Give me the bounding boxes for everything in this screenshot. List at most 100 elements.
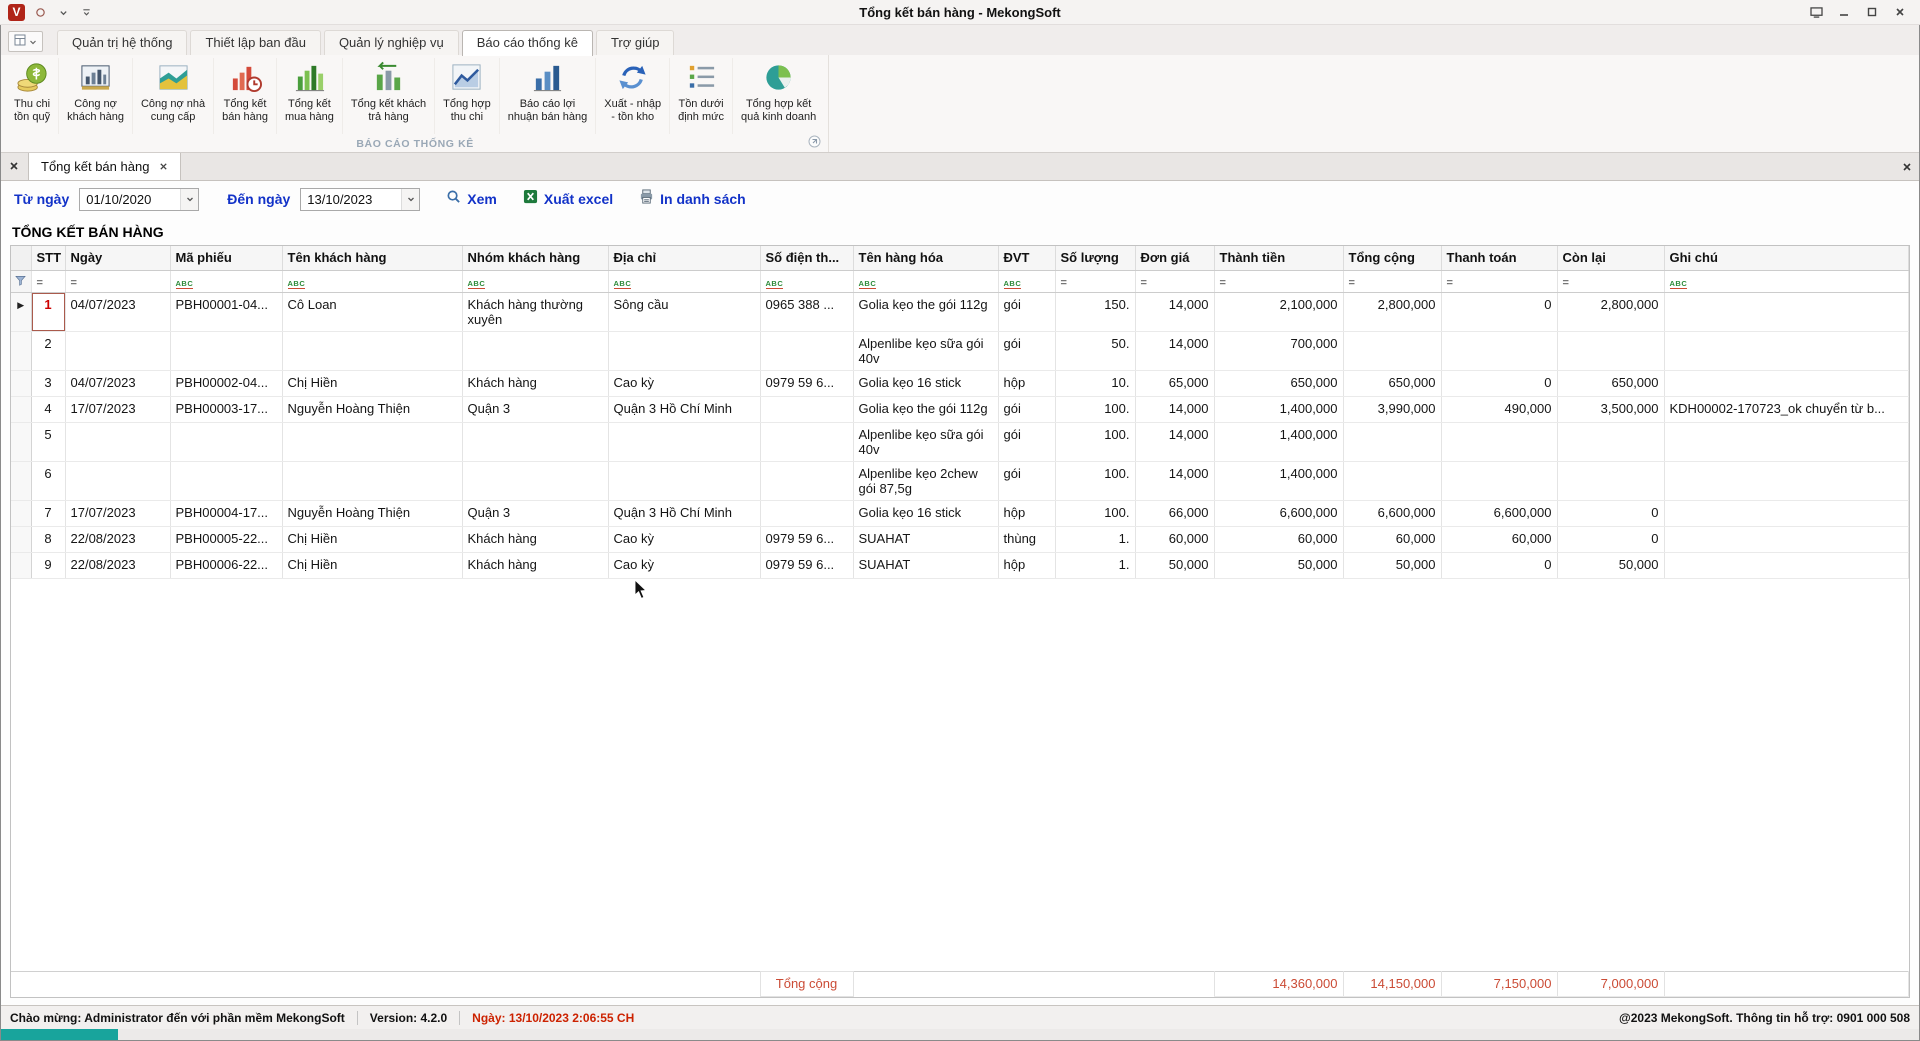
cell-tong-cong[interactable]: 60,000 bbox=[1343, 526, 1441, 552]
cell-ten-hang-hoa[interactable]: SUAHAT bbox=[853, 552, 998, 578]
cell-stt[interactable]: 3 bbox=[31, 370, 65, 396]
ribbon-button-chart-frame[interactable]: Công nợkhách hàng bbox=[59, 58, 133, 134]
cell-con-lai[interactable]: 0 bbox=[1557, 500, 1664, 526]
cell-nhom-khach-hang[interactable]: Quận 3 bbox=[462, 396, 608, 422]
cell-ngay[interactable]: 04/07/2023 bbox=[65, 292, 170, 331]
cell-ten-hang-hoa[interactable]: Golia kẹo the gói 112g bbox=[853, 292, 998, 331]
ribbon-button-coins[interactable]: Thu chitồn quỹ bbox=[6, 58, 59, 134]
cell-ten-hang-hoa[interactable]: SUAHAT bbox=[853, 526, 998, 552]
cell-nhom-khach-hang[interactable]: Quận 3 bbox=[462, 500, 608, 526]
cell-so-dien-thoai[interactable] bbox=[760, 331, 853, 370]
column-header-ten-khach-hang[interactable]: Tên khách hàng bbox=[282, 246, 462, 270]
cell-don-gia[interactable]: 66,000 bbox=[1135, 500, 1214, 526]
column-header-dia-chi[interactable]: Địa chỉ bbox=[608, 246, 760, 270]
cell-ma-phieu[interactable]: PBH00001-04... bbox=[170, 292, 282, 331]
close-icon[interactable] bbox=[159, 159, 168, 174]
cell-stt[interactable]: 8 bbox=[31, 526, 65, 552]
ribbon-tab-2[interactable]: Thiết lập ban đầu bbox=[190, 30, 320, 55]
cell-dvt[interactable]: hộp bbox=[998, 500, 1055, 526]
cell-thanh-toan[interactable] bbox=[1441, 331, 1557, 370]
cell-dia-chi[interactable] bbox=[608, 422, 760, 461]
print-button[interactable]: In danh sách bbox=[639, 189, 746, 209]
column-header-dvt[interactable]: ĐVT bbox=[998, 246, 1055, 270]
cell-con-lai[interactable] bbox=[1557, 422, 1664, 461]
cell-ten-khach-hang[interactable]: Chị Hiền bbox=[282, 552, 462, 578]
cell-dia-chi[interactable]: Quận 3 Hồ Chí Minh bbox=[608, 396, 760, 422]
document-tab-tong-ket-ban-hang[interactable]: Tổng kết bán hàng bbox=[29, 153, 181, 180]
cell-dvt[interactable]: gói bbox=[998, 331, 1055, 370]
column-header-ma-phieu[interactable]: Mã phiếu bbox=[170, 246, 282, 270]
cell-dvt[interactable]: gói bbox=[998, 292, 1055, 331]
cell-stt[interactable]: 4 bbox=[31, 396, 65, 422]
column-header-so-luong[interactable]: Số lượng bbox=[1055, 246, 1135, 270]
close-all-documents-button[interactable] bbox=[0, 153, 29, 180]
cell-dvt[interactable]: gói bbox=[998, 396, 1055, 422]
cell-so-luong[interactable]: 150. bbox=[1055, 292, 1135, 331]
filter-cell-con-lai[interactable]: = bbox=[1557, 270, 1664, 292]
cell-ten-khach-hang[interactable] bbox=[282, 331, 462, 370]
cell-ma-phieu[interactable]: PBH00004-17... bbox=[170, 500, 282, 526]
cell-ma-phieu[interactable]: PBH00002-04... bbox=[170, 370, 282, 396]
cell-ghi-chu[interactable] bbox=[1664, 422, 1909, 461]
qat-customize-icon[interactable] bbox=[78, 4, 94, 20]
cell-ghi-chu[interactable] bbox=[1664, 526, 1909, 552]
column-header-tong-cong[interactable]: Tổng cộng bbox=[1343, 246, 1441, 270]
column-header-con-lai[interactable]: Còn lại bbox=[1557, 246, 1664, 270]
filter-cell-ten-hang-hoa[interactable]: ABC bbox=[853, 270, 998, 292]
column-header-ngay[interactable]: Ngày bbox=[65, 246, 170, 270]
cell-ten-hang-hoa[interactable]: Golia kẹo 16 stick bbox=[853, 370, 998, 396]
ribbon-button-cycle-arrows[interactable]: Xuất - nhập- tồn kho bbox=[596, 58, 670, 134]
cell-ten-khach-hang[interactable]: Chị Hiền bbox=[282, 526, 462, 552]
dialog-launcher-icon[interactable] bbox=[808, 135, 821, 148]
cell-ghi-chu[interactable] bbox=[1664, 370, 1909, 396]
application-menu-button[interactable] bbox=[8, 31, 43, 52]
filter-cell-ten-khach-hang[interactable]: ABC bbox=[282, 270, 462, 292]
filter-cell-nhom-khach-hang[interactable]: ABC bbox=[462, 270, 608, 292]
cell-ngay[interactable]: 22/08/2023 bbox=[65, 526, 170, 552]
close-icon[interactable] bbox=[1894, 153, 1920, 180]
cell-ten-khach-hang[interactable] bbox=[282, 422, 462, 461]
chevron-down-icon[interactable] bbox=[180, 189, 198, 210]
cell-thanh-toan[interactable]: 60,000 bbox=[1441, 526, 1557, 552]
to-date-input[interactable]: 13/10/2023 bbox=[300, 188, 420, 211]
cell-thanh-tien[interactable]: 1,400,000 bbox=[1214, 422, 1343, 461]
cell-dia-chi[interactable]: Quận 3 Hồ Chí Minh bbox=[608, 500, 760, 526]
table-row[interactable]: 6Alpenlibe kẹo 2chew gói 87,5ggói100.14,… bbox=[11, 461, 1909, 500]
cell-ma-phieu[interactable] bbox=[170, 331, 282, 370]
ribbon-button-bars-return[interactable]: Tổng kết kháchtrả hàng bbox=[343, 58, 435, 134]
cell-ngay[interactable] bbox=[65, 422, 170, 461]
filter-cell-so-luong[interactable]: = bbox=[1055, 270, 1135, 292]
fit-screen-icon[interactable] bbox=[1808, 4, 1824, 20]
cell-stt[interactable]: 9 bbox=[31, 552, 65, 578]
cell-dia-chi[interactable] bbox=[608, 331, 760, 370]
cell-so-luong[interactable]: 100. bbox=[1055, 422, 1135, 461]
cell-dia-chi[interactable]: Cao kỳ bbox=[608, 552, 760, 578]
column-header-ghi-chu[interactable]: Ghi chú bbox=[1664, 246, 1909, 270]
cell-con-lai[interactable] bbox=[1557, 461, 1664, 500]
cell-ghi-chu[interactable] bbox=[1664, 552, 1909, 578]
view-button[interactable]: Xem bbox=[446, 189, 497, 209]
cell-ten-khach-hang[interactable] bbox=[282, 461, 462, 500]
cell-nhom-khach-hang[interactable]: Khách hàng thường xuyên bbox=[462, 292, 608, 331]
cell-so-luong[interactable]: 100. bbox=[1055, 461, 1135, 500]
filter-cell-thanh-toan[interactable]: = bbox=[1441, 270, 1557, 292]
cell-thanh-toan[interactable]: 0 bbox=[1441, 370, 1557, 396]
cell-nhom-khach-hang[interactable]: Khách hàng bbox=[462, 552, 608, 578]
cell-tong-cong[interactable]: 50,000 bbox=[1343, 552, 1441, 578]
filter-cell-ma-phieu[interactable]: ABC bbox=[170, 270, 282, 292]
cell-don-gia[interactable]: 14,000 bbox=[1135, 396, 1214, 422]
cell-ngay[interactable] bbox=[65, 461, 170, 500]
cell-so-luong[interactable]: 100. bbox=[1055, 500, 1135, 526]
cell-ma-phieu[interactable] bbox=[170, 422, 282, 461]
cell-so-luong[interactable]: 1. bbox=[1055, 552, 1135, 578]
cell-ghi-chu[interactable]: KDH00002-170723_ok chuyển từ b... bbox=[1664, 396, 1909, 422]
column-header-don-gia[interactable]: Đơn giá bbox=[1135, 246, 1214, 270]
cell-ma-phieu[interactable] bbox=[170, 461, 282, 500]
cell-so-dien-thoai[interactable]: 0979 59 6... bbox=[760, 526, 853, 552]
cell-dia-chi[interactable]: Cao kỳ bbox=[608, 526, 760, 552]
from-date-input[interactable]: 01/10/2020 bbox=[79, 188, 199, 211]
chevron-down-icon[interactable] bbox=[401, 189, 419, 210]
cell-so-luong[interactable]: 1. bbox=[1055, 526, 1135, 552]
cell-don-gia[interactable]: 14,000 bbox=[1135, 461, 1214, 500]
cell-don-gia[interactable]: 14,000 bbox=[1135, 422, 1214, 461]
